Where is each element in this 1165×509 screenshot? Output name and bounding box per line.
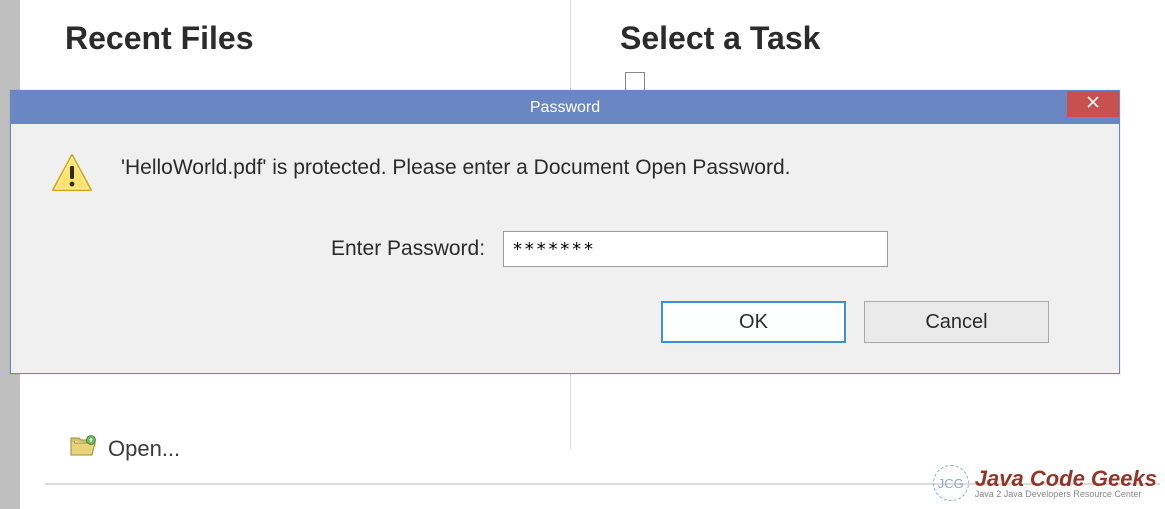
password-dialog: Password 'HelloWorld.pdf' is protected. … bbox=[10, 90, 1120, 374]
open-file-row[interactable]: Open... bbox=[70, 435, 180, 462]
dialog-titlebar[interactable]: Password bbox=[11, 91, 1119, 124]
dialog-title: Password bbox=[11, 99, 1119, 117]
dialog-message: 'HelloWorld.pdf' is protected. Please en… bbox=[121, 152, 790, 180]
watermark-main-text: Java Code Geeks bbox=[975, 468, 1157, 490]
password-input[interactable] bbox=[503, 231, 888, 267]
watermark: JCG Java Code Geeks Java 2 Java Develope… bbox=[933, 465, 1157, 501]
folder-open-icon bbox=[70, 435, 96, 462]
password-label: Enter Password: bbox=[331, 237, 485, 261]
ok-button[interactable]: OK bbox=[661, 301, 846, 343]
watermark-badge-icon: JCG bbox=[933, 465, 969, 501]
close-button[interactable] bbox=[1067, 91, 1119, 117]
watermark-sub-text: Java 2 Java Developers Resource Center bbox=[975, 490, 1157, 499]
warning-icon bbox=[51, 152, 93, 199]
cancel-button[interactable]: Cancel bbox=[864, 301, 1049, 343]
select-task-heading: Select a Task bbox=[620, 20, 820, 57]
close-icon bbox=[1087, 95, 1099, 113]
open-label: Open... bbox=[108, 436, 180, 462]
dialog-body: 'HelloWorld.pdf' is protected. Please en… bbox=[11, 124, 1119, 373]
recent-files-heading: Recent Files bbox=[65, 20, 254, 57]
